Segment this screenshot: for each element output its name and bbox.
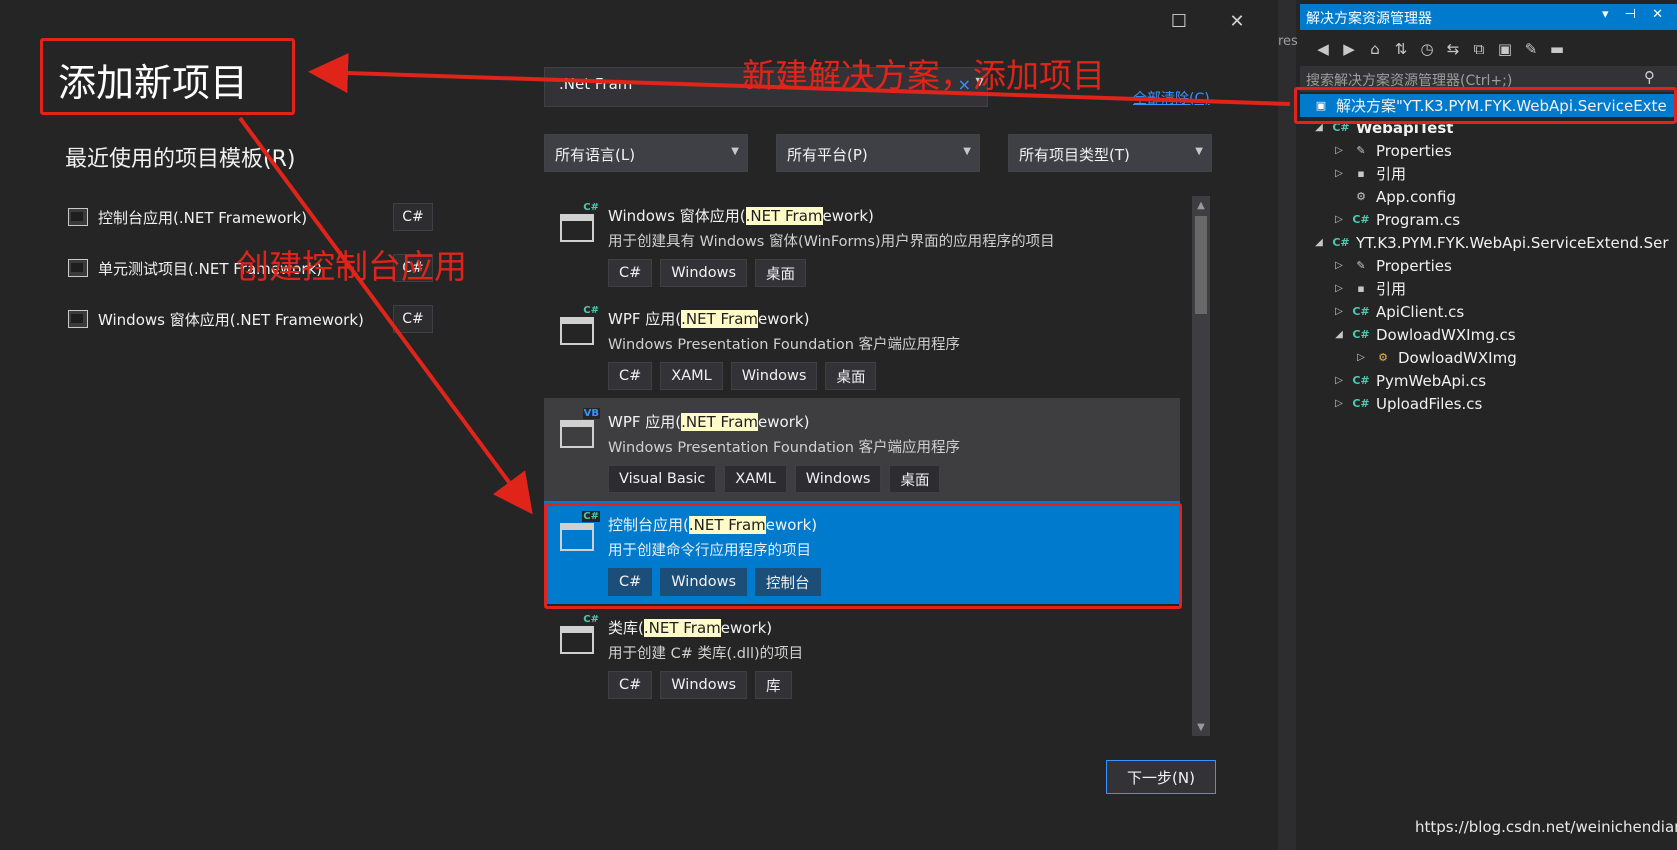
annotation-create-console: 创建控制台应用 [236,247,467,286]
annotation-new-solution: 新建解决方案，添加项目 [742,56,1105,95]
arrow-to-console-app [238,116,533,515]
watermark: https://blog.csdn.net/weinichendian [1415,818,1677,836]
annotation-arrows [238,53,1291,515]
